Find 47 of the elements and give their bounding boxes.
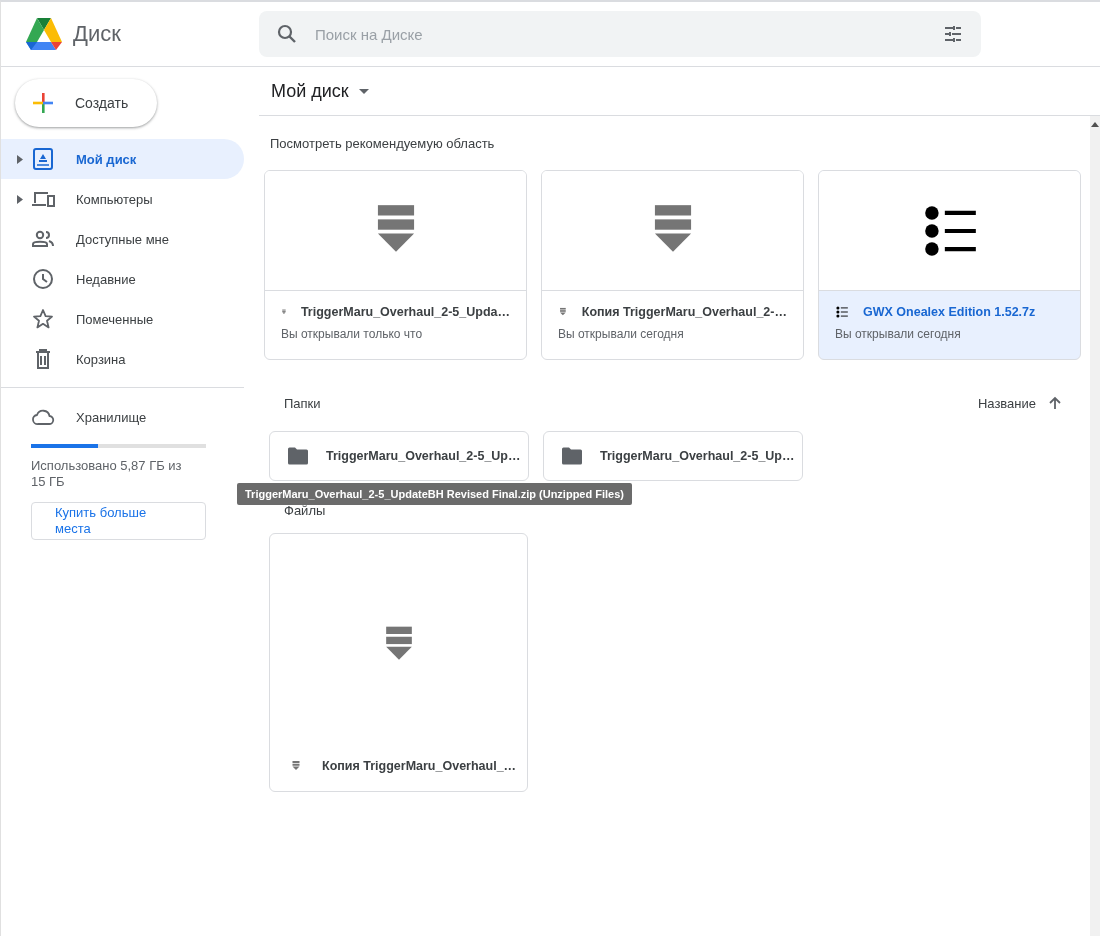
create-button[interactable]: Создать	[15, 79, 157, 127]
folder-card[interactable]: TriggerMaru_Overhaul_2-5_Up…	[269, 431, 529, 481]
app-title: Диск	[73, 21, 121, 47]
folder-name: TriggerMaru_Overhaul_2-5_Up…	[600, 449, 795, 463]
search-bar[interactable]: Поиск на Диске	[259, 11, 981, 57]
file-name: TriggerMaru_Overhaul_2-5_Upda…	[300, 305, 510, 319]
sidebar-item[interactable]: Компьютеры	[1, 179, 244, 219]
folder-card[interactable]: TriggerMaru_Overhaul_2-5_Up…	[543, 431, 803, 481]
scroll-up-icon	[1091, 122, 1099, 127]
section-heading: Посмотреть рекомендуемую область	[270, 136, 496, 153]
plus-icon	[31, 91, 55, 115]
file-card[interactable]: Копия TriggerMaru_Overhaul_2-… Вы открывали сегодня	[541, 170, 804, 360]
section-heading: Файлы	[284, 503, 327, 520]
sort-button[interactable]: Название	[977, 395, 1062, 411]
drive-logo-icon	[25, 17, 63, 51]
star-icon	[31, 307, 55, 331]
folder-icon	[287, 447, 309, 465]
arrow-up-icon	[1048, 396, 1062, 410]
dropdown-caret-icon	[358, 88, 369, 94]
tooltip: TriggerMaru_Overhaul_2-5_UpdateBH Revised Final.zip (Unzipped Files)	[237, 483, 632, 505]
folder-name: TriggerMaru_Overhaul_2-5_Up…	[326, 449, 521, 463]
list-icon	[835, 305, 849, 319]
file-name: Копия TriggerMaru_Overhaul_…	[322, 759, 517, 773]
scrollbar[interactable]	[1090, 116, 1100, 936]
file-card[interactable]: Копия TriggerMaru_Overhaul_…	[269, 533, 528, 792]
drive-icon	[31, 147, 55, 171]
file-subtitle: Вы открывали только что	[281, 327, 424, 341]
storage-usage: Использовано 5,87 ГБ из 15 ГБ	[31, 458, 183, 490]
search-field[interactable]: Поиск на Диске	[313, 24, 927, 44]
file-subtitle: Вы открывали сегодня	[558, 327, 685, 341]
storage-label[interactable]: Хранилище	[76, 409, 147, 425]
section-heading: Папки	[284, 395, 321, 411]
folder-icon	[561, 447, 583, 465]
file-name: Копия TriggerMaru_Overhaul_2-…	[581, 305, 787, 319]
file-card[interactable]: GWX Onealex Edition 1.52.7z Вы открывали сегодня	[818, 170, 1081, 360]
my-drive-dropdown[interactable]: Мой диск	[259, 80, 369, 102]
sidebar-item[interactable]: Мой диск	[1, 139, 244, 179]
buy-storage-button[interactable]: Купить больше места	[31, 502, 206, 540]
file-card[interactable]: TriggerMaru_Overhaul_2-5_Upda… Вы открывали только что	[264, 170, 527, 360]
file-name: GWX Onealex Edition 1.52.7z	[863, 305, 1036, 319]
sidebar-item[interactable]: Корзина	[1, 339, 244, 379]
archive-icon	[290, 760, 302, 772]
sidebar-item[interactable]: Недавние	[1, 259, 244, 299]
sidebar-item[interactable]: Доступные мне	[1, 219, 244, 259]
file-subtitle: Вы открывали сегодня	[835, 327, 962, 341]
clock-icon	[31, 267, 55, 291]
sidebar-item[interactable]: Помеченные	[1, 299, 244, 339]
